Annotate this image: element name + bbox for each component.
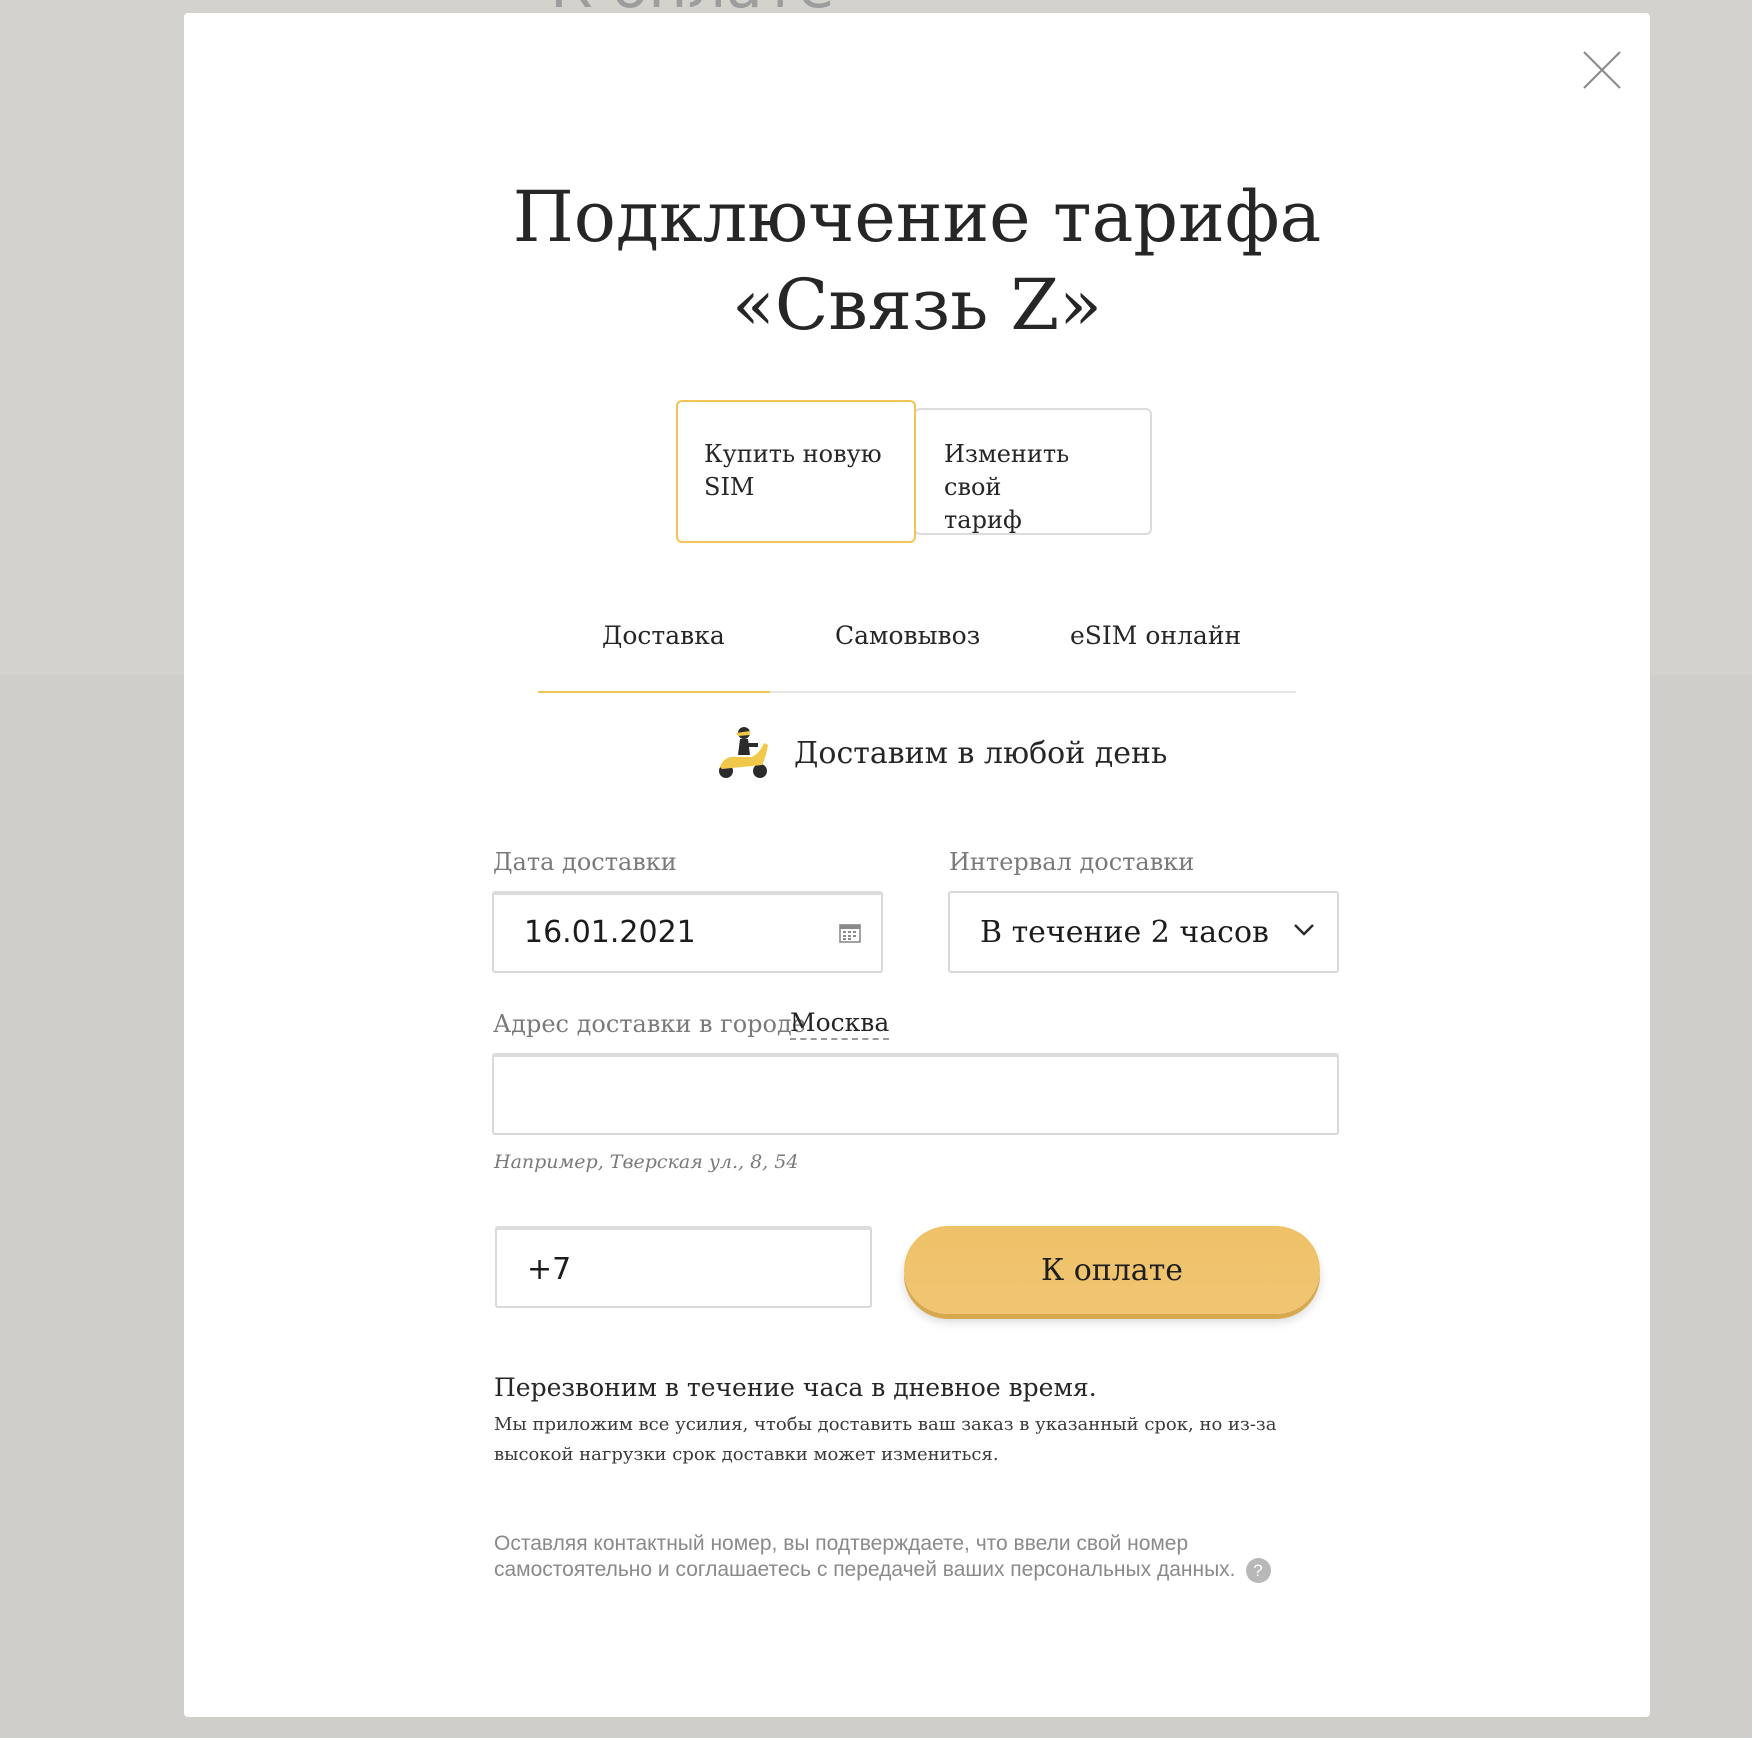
- change-tariff-option[interactable]: Изменить свой тариф: [914, 408, 1152, 535]
- legal-consent-text: Оставляя контактный номер, вы подтвержда…: [494, 1532, 1236, 1581]
- delivery-address-label: Адрес доставки в городе: [493, 1010, 806, 1038]
- phone-input[interactable]: +7: [495, 1226, 872, 1308]
- close-icon[interactable]: [1572, 40, 1632, 100]
- delivery-date-value: 16.01.2021: [524, 915, 696, 950]
- scooter-courier-icon: [719, 727, 768, 778]
- title-line-2: «Связь Z»: [732, 264, 1102, 346]
- help-icon[interactable]: ?: [1245, 1557, 1271, 1583]
- option-label-line-1: Изменить свой: [944, 440, 1070, 501]
- delivery-interval-label: Интервал доставки: [949, 848, 1195, 876]
- option-label-line-2: SIM: [704, 473, 755, 501]
- delivery-tabs: Доставка Самовывоз eSIM онлайн: [538, 601, 1296, 693]
- tariff-modal: Подключение тарифа «Связь Z» Купить нову…: [184, 13, 1650, 1717]
- address-hint: Например, Тверская ул., 8, 54: [494, 1151, 799, 1173]
- tab-esim-online[interactable]: eSIM онлайн: [1070, 621, 1241, 650]
- delivery-date-label: Дата доставки: [493, 848, 677, 876]
- chevron-down-icon: [1294, 924, 1314, 936]
- delivery-promo: Доставим в любой день: [714, 723, 1167, 783]
- callback-text: Перезвоним в течение часа в дневное врем…: [494, 1373, 1097, 1402]
- legal-consent: Оставляя контактный номер, вы подтвержда…: [494, 1531, 1274, 1583]
- tab-pickup[interactable]: Самовывоз: [835, 621, 980, 650]
- delivery-date-field[interactable]: 16.01.2021: [492, 891, 883, 973]
- title-line-1: Подключение тарифа: [512, 176, 1322, 258]
- option-label-line-2: тариф: [944, 506, 1022, 534]
- modal-title: Подключение тарифа «Связь Z»: [184, 173, 1650, 349]
- phone-value: +7: [527, 1252, 572, 1287]
- city-selector-link[interactable]: Москва: [790, 1008, 890, 1040]
- buy-new-sim-option[interactable]: Купить новую SIM: [676, 400, 916, 543]
- promo-text: Доставим в любой день: [794, 735, 1168, 771]
- active-tab-indicator: [538, 691, 770, 693]
- delivery-address-input[interactable]: [492, 1053, 1339, 1135]
- tab-delivery[interactable]: Доставка: [602, 621, 725, 650]
- delivery-interval-value: В течение 2 часов: [980, 915, 1269, 950]
- delivery-note: Мы приложим все усилия, чтобы доставить …: [494, 1414, 1277, 1465]
- calendar-icon[interactable]: [839, 923, 861, 943]
- pay-button[interactable]: К оплате: [904, 1226, 1320, 1314]
- delivery-interval-select[interactable]: В течение 2 часов: [948, 891, 1339, 973]
- option-label-line-1: Купить новую: [704, 440, 882, 468]
